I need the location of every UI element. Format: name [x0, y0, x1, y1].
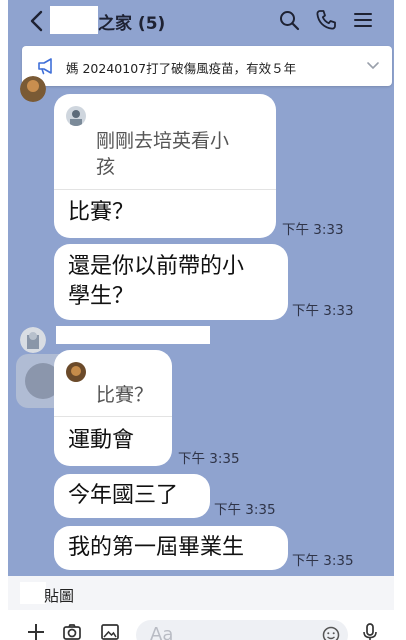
- message-time: 下午 3:33: [282, 222, 344, 238]
- reply-quote: 比賽？: [96, 384, 154, 406]
- message-text: 今年國三了: [68, 483, 179, 508]
- chat-title[interactable]: 之家 (5): [98, 9, 165, 34]
- reply-quote-line-1: 剛剛去培英看小: [96, 130, 230, 152]
- image-icon[interactable]: [100, 622, 120, 640]
- message-text: 比賽？: [68, 200, 135, 225]
- message-text: 我的第一屆畢業生: [68, 535, 245, 560]
- avatar-image: [20, 76, 46, 102]
- announcement-banner[interactable]: 媽 20240107打了破傷風疫苗，有效５年: [22, 46, 392, 86]
- message-text-line-1: 還是你以前帶的小: [68, 254, 245, 279]
- announcement-text: 媽 20240107打了破傷風疫苗，有效５年: [66, 61, 297, 76]
- input-placeholder: Aa: [150, 624, 174, 640]
- avatar-image: [20, 327, 46, 353]
- sticker-suggestion-bar[interactable]: 貼圖: [8, 576, 394, 610]
- back-chevron-icon[interactable]: [26, 9, 48, 33]
- message-bubble[interactable]: 還是你以前帶的小 學生？: [54, 244, 288, 320]
- reply-thumbnail: [66, 362, 86, 382]
- chat-screen: 之家 (5) 媽 20240107打了破傷風疫苗，有效５年 剛剛去培英看小 孩 …: [8, 0, 394, 640]
- sender-avatar[interactable]: [20, 76, 46, 102]
- message-bubble[interactable]: 比賽？ 運動會: [54, 350, 172, 466]
- reply-quote-line-2: 孩: [96, 156, 116, 178]
- chat-header: 之家 (5): [8, 0, 394, 42]
- message-bubble[interactable]: 我的第一屆畢業生: [54, 526, 288, 570]
- redacted-name: [50, 6, 98, 34]
- chevron-down-icon[interactable]: [366, 61, 380, 71]
- sender-avatar[interactable]: [20, 327, 46, 353]
- message-time: 下午 3:35: [178, 451, 240, 467]
- phone-icon[interactable]: [315, 9, 337, 31]
- member-count: (5): [137, 14, 166, 34]
- message-text: 運動會: [68, 428, 135, 453]
- megaphone-icon: [38, 58, 52, 75]
- message-input-bar: Aa: [8, 610, 394, 640]
- emoji-icon[interactable]: [322, 626, 340, 640]
- message-bubble[interactable]: 剛剛去培英看小 孩 比賽？: [54, 94, 276, 238]
- reply-divider: [54, 189, 276, 190]
- plus-icon[interactable]: [26, 622, 46, 640]
- mic-icon[interactable]: [360, 622, 380, 640]
- message-time: 下午 3:33: [292, 303, 354, 319]
- reply-thumbnail: [66, 106, 86, 126]
- redacted-sender-name: [56, 326, 210, 344]
- reply-divider: [54, 416, 172, 417]
- message-time: 下午 3:35: [292, 553, 354, 569]
- message-bubble[interactable]: 今年國三了: [54, 474, 210, 518]
- camera-icon[interactable]: [62, 622, 82, 640]
- message-time: 下午 3:35: [214, 502, 276, 518]
- menu-icon[interactable]: [352, 9, 374, 31]
- message-text-line-2: 學生？: [68, 284, 135, 309]
- message-input[interactable]: Aa: [136, 620, 348, 640]
- redacted-sticker: [20, 582, 46, 604]
- sticker-label: 貼圖: [44, 587, 75, 605]
- group-name: 之家: [98, 14, 132, 34]
- search-icon[interactable]: [278, 9, 300, 31]
